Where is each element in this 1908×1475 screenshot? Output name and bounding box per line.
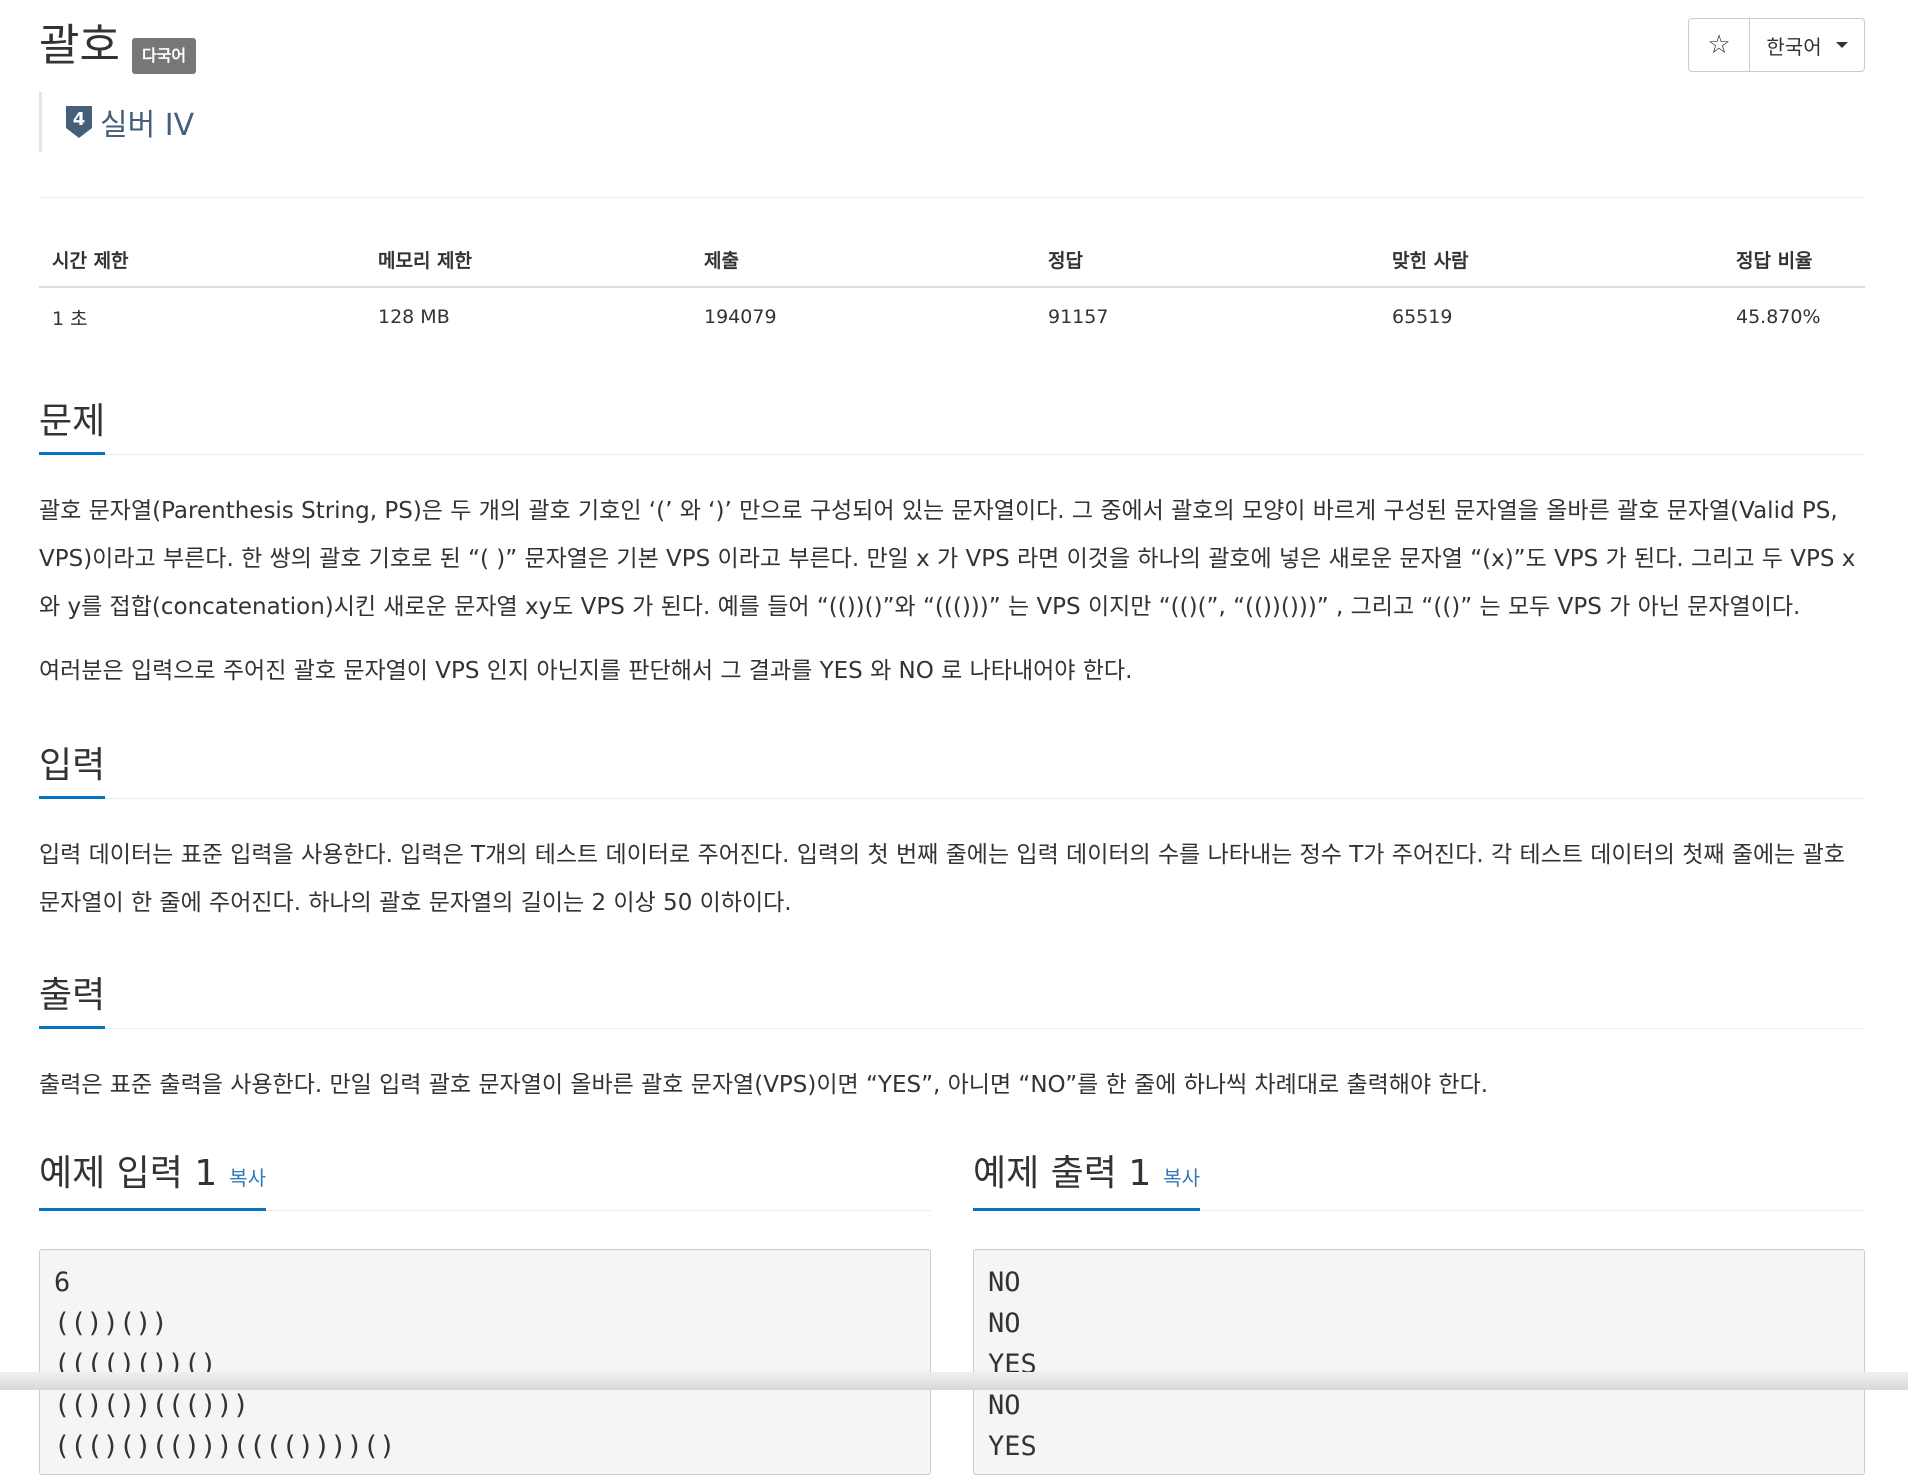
- header-accepted: 정답: [1035, 232, 1379, 288]
- header-time-limit: 시간 제한: [39, 232, 365, 288]
- tier-block: 4 실버 IV: [39, 92, 194, 152]
- problem-paragraph: 여러분은 입력으로 주어진 괄호 문자열이 VPS 인지 아닌지를 판단해서 그…: [39, 658, 1133, 684]
- input-section-title: 입력: [39, 742, 106, 799]
- accept-ratio-value: 45.870%: [1736, 306, 1821, 328]
- sample-output-box[interactable]: NO NO YES NO YES NO: [973, 1249, 1865, 1475]
- sample-input-block: 예제 입력 1 복사 6 (())()) (((()())() (()())((…: [39, 1140, 931, 1475]
- divider: [39, 197, 1865, 198]
- copy-sample-output-link[interactable]: 복사: [1163, 1154, 1200, 1202]
- language-dropdown[interactable]: 한국어: [1750, 18, 1865, 72]
- problem-section: 문제 괄호 문자열(Parenthesis String, PS)은 두 개의 …: [39, 394, 1865, 711]
- info-header-row: 시간 제한 메모리 제한 제출 정답 맞힌 사람 정답 비율: [39, 232, 1865, 288]
- star-icon: ☆: [1707, 30, 1731, 60]
- favorite-star-button[interactable]: ☆: [1688, 18, 1750, 72]
- problem-section-title: 문제: [39, 398, 106, 455]
- sample-output-title: 예제 출력 1: [973, 1153, 1152, 1194]
- input-paragraph: 입력 데이터는 표준 입력을 사용한다. 입력은 T개의 테스트 데이터로 주어…: [39, 842, 1845, 916]
- output-paragraph: 출력은 표준 출력을 사용한다. 만일 입력 괄호 문자열이 올바른 괄호 문자…: [39, 1072, 1489, 1098]
- header-submissions: 제출: [691, 232, 1035, 288]
- time-limit-value: 1 초: [52, 307, 88, 330]
- samples-area: 예제 입력 1 복사 6 (())()) (((()())() (()())((…: [39, 1140, 1865, 1475]
- caret-down-icon: [1835, 42, 1848, 48]
- multilang-badge: 다국어: [131, 38, 197, 74]
- input-section: 입력 입력 데이터는 표준 입력을 사용한다. 입력은 T개의 테스트 데이터로…: [39, 738, 1865, 943]
- solvers-value: 65519: [1392, 306, 1453, 328]
- tier-level-number: 4: [73, 109, 86, 130]
- sample-output-block: 예제 출력 1 복사 NO NO YES NO YES NO: [973, 1140, 1865, 1475]
- page-title: 괄호: [39, 20, 120, 71]
- language-selected-label: 한국어: [1766, 34, 1822, 59]
- sample-input-title-wrap: 예제 입력 1 복사: [39, 1150, 267, 1211]
- header-button-group: ☆ 한국어: [1688, 18, 1865, 72]
- input-section-header: 입력: [39, 738, 1865, 799]
- info-value-row: 1 초 128 MB 194079 91157 65519 45.870%: [39, 287, 1865, 346]
- input-description: 입력 데이터는 표준 입력을 사용한다. 입력은 T개의 테스트 데이터로 주어…: [39, 831, 1865, 927]
- sample-output-header: 예제 출력 1 복사: [973, 1140, 1865, 1211]
- output-section-title: 출력: [39, 972, 106, 1029]
- tier-label[interactable]: 실버 IV: [100, 100, 194, 144]
- tier-badge-icon: 4: [66, 106, 92, 138]
- submissions-value: 194079: [704, 306, 777, 328]
- output-description: 출력은 표준 출력을 사용한다. 만일 입력 괄호 문자열이 올바른 괄호 문자…: [39, 1061, 1865, 1109]
- accepted-value: 91157: [1048, 306, 1109, 328]
- problem-description: 괄호 문자열(Parenthesis String, PS)은 두 개의 괄호 …: [39, 487, 1865, 695]
- copy-sample-input-link[interactable]: 복사: [229, 1154, 266, 1202]
- sample-input-header: 예제 입력 1 복사: [39, 1140, 931, 1211]
- memory-limit-value: 128 MB: [378, 306, 450, 328]
- sample-input-box[interactable]: 6 (())()) (((()())() (()())((())) ((()()…: [39, 1249, 931, 1475]
- bottom-fade: [0, 1372, 1908, 1390]
- title-row: 괄호 다국어: [39, 18, 197, 78]
- header-memory-limit: 메모리 제한: [365, 232, 691, 288]
- sample-output-title-wrap: 예제 출력 1 복사: [973, 1150, 1201, 1211]
- sample-input-title: 예제 입력 1: [39, 1153, 218, 1194]
- header-accept-ratio: 정답 비율: [1723, 232, 1865, 288]
- output-section-header: 출력: [39, 968, 1865, 1029]
- output-section: 출력 출력은 표준 출력을 사용한다. 만일 입력 괄호 문자열이 올바른 괄호…: [39, 968, 1865, 1125]
- problem-info-table: 시간 제한 메모리 제한 제출 정답 맞힌 사람 정답 비율 1 초 128 M…: [39, 232, 1865, 346]
- header-solvers: 맞힌 사람: [1379, 232, 1723, 288]
- problem-section-header: 문제: [39, 394, 1865, 455]
- problem-paragraph: 괄호 문자열(Parenthesis String, PS)은 두 개의 괄호 …: [39, 498, 1856, 620]
